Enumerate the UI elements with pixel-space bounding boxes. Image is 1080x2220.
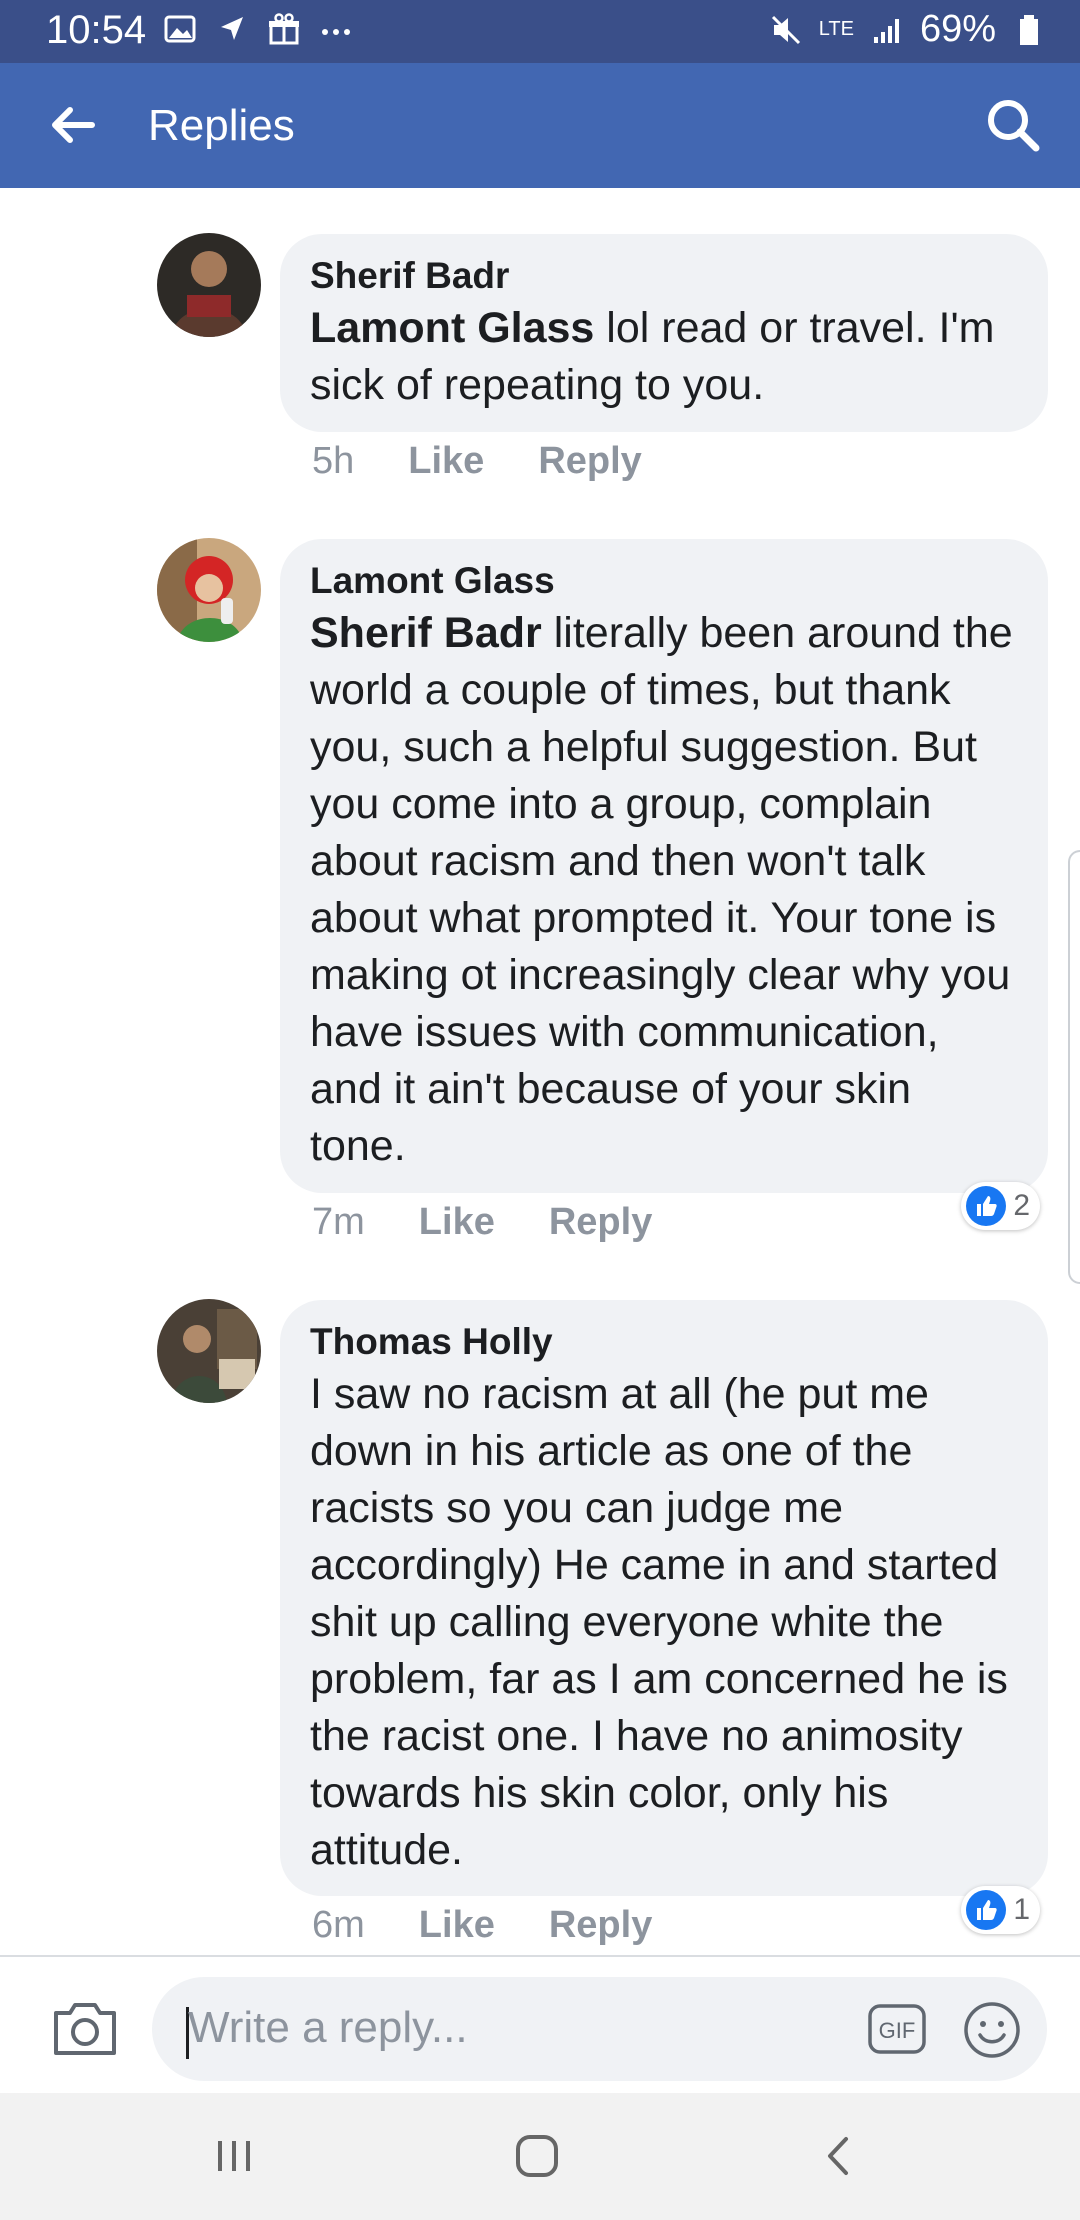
comment-text: I saw no racism at all (he put me down i… [310, 1366, 1018, 1879]
mention-link[interactable]: Lamont Glass [310, 304, 594, 352]
mute-icon [771, 15, 800, 44]
reply-placeholder: Write a reply... [188, 2003, 468, 2052]
home-icon[interactable] [514, 2133, 560, 2179]
search-icon[interactable] [984, 96, 1042, 154]
comment-time: 7m [312, 1201, 365, 1243]
comment-text: Lamont Glass lol read or travel. I'm sic… [310, 300, 1018, 414]
avatar[interactable] [157, 538, 261, 642]
avatar[interactable] [157, 233, 261, 337]
comment-text: Sherif Badr literally been around the wo… [310, 605, 1018, 1175]
reply-input[interactable]: Write a reply... GIF [152, 1977, 1047, 2081]
location-arrow-icon [221, 17, 243, 40]
comment-author[interactable]: Thomas Holly [310, 1318, 1018, 1366]
comment-time: 5h [312, 440, 355, 482]
reply-button[interactable]: Reply [549, 1904, 652, 1947]
battery-percent: 69% [919, 8, 996, 50]
camera-icon[interactable] [52, 1999, 118, 2057]
system-nav-bar [0, 2093, 1080, 2220]
like-reaction-icon [966, 1186, 1007, 1226]
status-time: 10:54 [46, 8, 147, 52]
comment-time: 6m [312, 1904, 365, 1946]
avatar[interactable] [157, 1299, 261, 1403]
like-button[interactable]: Like [419, 1201, 495, 1244]
comment-bubble: Thomas Holly I saw no racism at all (he … [280, 1300, 1048, 1896]
gif-icon[interactable]: GIF [867, 2003, 927, 2055]
svg-text:GIF: GIF [879, 2018, 916, 2043]
battery-icon [1020, 14, 1038, 45]
signal-icon [873, 18, 899, 43]
gift-icon [269, 13, 299, 45]
comment-bubble: Sherif Badr Lamont Glass lol read or tra… [280, 234, 1048, 432]
reaction-count: 2 [1013, 1189, 1030, 1222]
gallery-icon [164, 15, 196, 43]
network-label: LTE [818, 18, 854, 40]
like-reaction-icon [966, 1890, 1007, 1930]
page-title: Replies [148, 101, 295, 150]
back-icon[interactable] [816, 2133, 862, 2179]
comment-bubble: Lamont Glass Sherif Badr literally been … [280, 539, 1048, 1193]
reaction-badge[interactable]: 2 [961, 1182, 1040, 1230]
comment-actions: 6m Like Reply [312, 1904, 652, 1947]
emoji-icon[interactable] [963, 2001, 1021, 2059]
reply-composer: Write a reply... GIF [0, 1955, 1080, 2095]
reply-button[interactable]: Reply [538, 440, 641, 483]
reaction-badge[interactable]: 1 [961, 1886, 1040, 1934]
comment-body: I saw no racism at all (he put me down i… [310, 1370, 1008, 1874]
comment-body: literally been around the world a couple… [310, 609, 1013, 1170]
comment-actions: 5h Like Reply [312, 440, 642, 483]
comment-author[interactable]: Lamont Glass [310, 557, 1018, 605]
more-dots-icon [322, 29, 350, 35]
recent-apps-icon[interactable] [211, 2133, 257, 2179]
like-button[interactable]: Like [408, 440, 484, 483]
status-bar: 10:54 LTE 69% [0, 0, 1080, 63]
scrollbar[interactable] [1068, 850, 1080, 1284]
comment-author[interactable]: Sherif Badr [310, 252, 1018, 300]
reply-button[interactable]: Reply [549, 1201, 652, 1244]
comment-actions: 7m Like Reply [312, 1201, 652, 1244]
reaction-count: 1 [1013, 1893, 1030, 1926]
like-button[interactable]: Like [419, 1904, 495, 1947]
mention-link[interactable]: Sherif Badr [310, 609, 542, 657]
back-arrow-icon[interactable] [46, 99, 98, 151]
app-bar: Replies [0, 63, 1080, 188]
